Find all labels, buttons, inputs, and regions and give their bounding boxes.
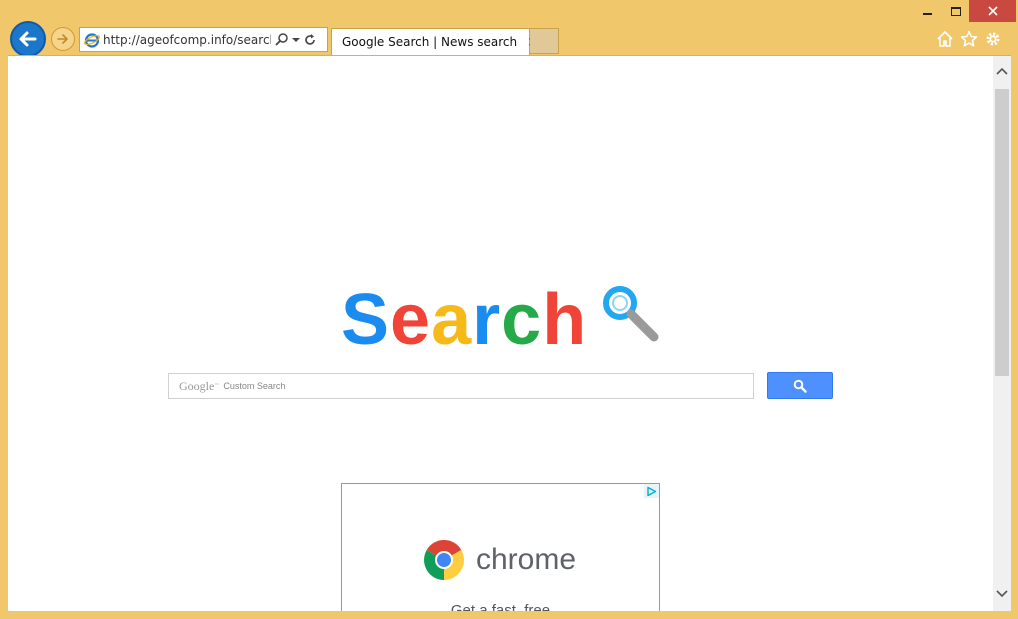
close-icon: [987, 6, 998, 16]
magnifier-icon: [603, 286, 659, 342]
back-arrow-icon: [19, 31, 37, 47]
search-icon[interactable]: [274, 32, 290, 48]
tab-google-search[interactable]: Google Search | News search ×: [331, 28, 538, 55]
search-input[interactable]: Google ™ Custom Search: [168, 373, 754, 399]
search-icon: [793, 379, 807, 393]
dropdown-arrow-icon[interactable]: [290, 32, 302, 48]
maximize-button[interactable]: [942, 0, 969, 22]
tab-title: Google Search | News search: [342, 35, 518, 49]
new-tab-button[interactable]: [530, 28, 559, 54]
page-content: Search Google ™ Custom Search chrome Get…: [8, 55, 1011, 611]
ie-page-icon: [84, 32, 100, 48]
close-window-button[interactable]: [969, 0, 1016, 22]
address-bar[interactable]: http://ageofcomp.info/search/s: [79, 27, 328, 52]
logo-letter: e: [390, 280, 432, 360]
play-triangle-icon: [647, 486, 657, 496]
search-logo-text: Search: [341, 284, 587, 356]
chrome-ad[interactable]: chrome Get a fast, free: [341, 483, 660, 611]
logo-letter: a: [431, 280, 473, 360]
logo-letter: r: [472, 280, 502, 360]
minimize-icon: [922, 13, 932, 15]
placeholder-brand: Google: [179, 378, 215, 393]
placeholder-tm: ™: [214, 383, 220, 389]
settings-button[interactable]: [983, 29, 1003, 49]
placeholder-label: Custom Search: [223, 381, 286, 391]
chrome-icon: [424, 540, 464, 580]
refresh-icon[interactable]: [302, 32, 318, 48]
home-button[interactable]: [935, 29, 955, 49]
back-button[interactable]: [10, 21, 46, 57]
logo-letter: S: [341, 280, 391, 360]
search-logo: Search: [341, 276, 659, 356]
chrome-logo: chrome: [422, 538, 576, 582]
adchoices-icon[interactable]: [644, 484, 659, 498]
search-button[interactable]: [767, 372, 833, 399]
browser-window: http://ageofcomp.info/search/s Google Se…: [0, 0, 1018, 619]
gear-icon: [986, 32, 1000, 46]
logo-letter: c: [501, 280, 543, 360]
ad-tagline: Get a fast, free: [450, 602, 551, 611]
minimize-button[interactable]: [912, 0, 942, 22]
home-icon: [937, 31, 953, 47]
address-url[interactable]: http://ageofcomp.info/search/s: [103, 33, 271, 47]
scroll-down-icon[interactable]: [996, 589, 1008, 599]
scrollbar-thumb[interactable]: [995, 89, 1009, 376]
forward-button[interactable]: [51, 27, 75, 51]
maximize-icon: [950, 6, 961, 16]
scroll-up-icon[interactable]: [996, 66, 1008, 76]
favorites-button[interactable]: [959, 29, 979, 49]
ad-brand: chrome: [476, 543, 577, 576]
star-icon: [960, 30, 978, 47]
logo-letter: h: [542, 280, 588, 360]
scrollbar[interactable]: [993, 56, 1011, 611]
forward-arrow-icon: [57, 34, 68, 44]
